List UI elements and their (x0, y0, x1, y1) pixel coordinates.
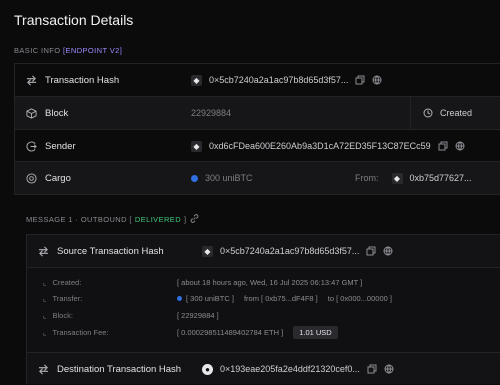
link-icon[interactable] (190, 214, 200, 224)
source-hash-label: Source Transaction Hash (57, 245, 164, 257)
explorer-globe-icon[interactable] (372, 75, 382, 85)
explorer-globe-icon[interactable] (384, 364, 394, 374)
basic-info-header: BASIC INFO [ENDPOINT V2] (14, 46, 122, 55)
created-label: Created: (52, 278, 82, 287)
copy-icon[interactable] (366, 246, 376, 256)
arrows-exchange-icon (37, 245, 49, 257)
fee-usd-badge: 1.01 USD (293, 326, 338, 339)
block-row: Block 22929884 Created (15, 96, 500, 129)
ethereum-icon: ◆ (391, 172, 403, 184)
fee-value: [ 0.000298511489402784 ETH ] (177, 328, 284, 337)
ethereum-icon: ◆ (191, 140, 202, 152)
copy-icon[interactable] (438, 141, 448, 151)
basic-info-label: BASIC INFO (14, 46, 61, 55)
sender-address: 0xd6cFDea600E260Ab9a3D1cA72ED35F13C87ECc… (209, 141, 431, 151)
arrows-exchange-icon (37, 363, 49, 375)
from-label: From: (355, 173, 379, 183)
source-details: ⌞ Created: [ about 18 hours ago, Wed, 16 … (27, 267, 500, 352)
block-label: Block (45, 107, 69, 119)
tree-branch-icon: ⌞ (43, 294, 47, 303)
message-bracket: ] (184, 214, 187, 224)
transfer-label: Transfer: (52, 294, 83, 303)
delivered-status: DELIVERED (134, 214, 182, 224)
block-value: 22929884 (191, 108, 232, 118)
transfer-amount: [ 300 uniBTC ] (186, 294, 234, 303)
message-header: MESSAGE 1 · OUTBOUND [ DELIVERED ] (26, 214, 200, 224)
created-value: [ about 18 hours ago, Wed, 16 Jul 2025 0… (177, 278, 363, 287)
destination-hash-label: Destination Transaction Hash (57, 363, 182, 375)
sender-row: Sender ◆ 0xd6cFDea600E260Ab9a3D1cA72ED35… (15, 129, 500, 162)
cube-icon (25, 107, 37, 119)
transaction-hash-label: Transaction Hash (45, 74, 120, 86)
fee-label: Transaction Fee: (52, 328, 109, 337)
block-label: Block: (52, 311, 73, 320)
cargo-amount: 300 uniBTC (205, 173, 253, 183)
block-value: [ 22929884 ] (177, 311, 219, 320)
cargo-icon (25, 172, 37, 184)
clock-icon (423, 108, 433, 118)
message-panel: Source Transaction Hash ◆ 0×5cb7240a2a1a… (26, 234, 500, 384)
copy-icon[interactable] (355, 75, 365, 85)
ethereum-icon: ◆ (191, 74, 202, 86)
arrows-exchange-icon (25, 74, 37, 86)
tree-branch-icon: ⌞ (43, 278, 47, 287)
tree-branch-icon: ⌞ (43, 328, 47, 337)
message-title: MESSAGE 1 · OUTBOUND [ (26, 214, 132, 224)
transaction-hash-row: Transaction Hash ◆ 0×5cb7240a2a1ac97b8d6… (15, 64, 500, 96)
tree-branch-icon: ⌞ (43, 311, 47, 320)
destination-hash-value: 0×193eae205fa2e4ddf21320cef0... (220, 364, 360, 374)
ethereum-icon: ◆ (202, 245, 213, 257)
source-hash-value: 0×5cb7240a2a1ac97b8d65d3f57... (220, 246, 360, 256)
transfer-from: from [ 0xb75...dF4F8 ] (243, 294, 318, 303)
created-label: Created (440, 108, 473, 118)
cargo-row: Cargo 300 uniBTC From: ◆ 0xb75d77627... (15, 161, 500, 194)
explorer-globe-icon[interactable] (383, 246, 393, 256)
sender-label: Sender (45, 140, 76, 152)
divider (410, 97, 411, 129)
explorer-globe-icon[interactable] (455, 141, 465, 151)
transfer-to: to [ 0x000...00000 ] (327, 294, 392, 303)
unibtc-token-icon (191, 174, 198, 182)
copy-icon[interactable] (367, 364, 377, 374)
transaction-hash-value: 0×5cb7240a2a1ac97b8d65d3f57... (209, 75, 349, 85)
unibtc-token-icon (177, 296, 182, 301)
basic-info-panel: Transaction Hash ◆ 0×5cb7240a2a1ac97b8d6… (14, 63, 500, 195)
from-address: 0xb75d77627... (409, 173, 472, 183)
source-hash-row: Source Transaction Hash ◆ 0×5cb7240a2a1a… (27, 235, 500, 267)
endpoint-badge: [ENDPOINT V2] (63, 46, 123, 55)
cargo-label: Cargo (45, 172, 71, 184)
destination-hash-row: Destination Transaction Hash ● 0×193eae2… (27, 352, 500, 385)
sender-icon (25, 140, 37, 152)
destination-chain-icon: ● (202, 363, 213, 375)
page-title: Transaction Details (14, 12, 134, 28)
